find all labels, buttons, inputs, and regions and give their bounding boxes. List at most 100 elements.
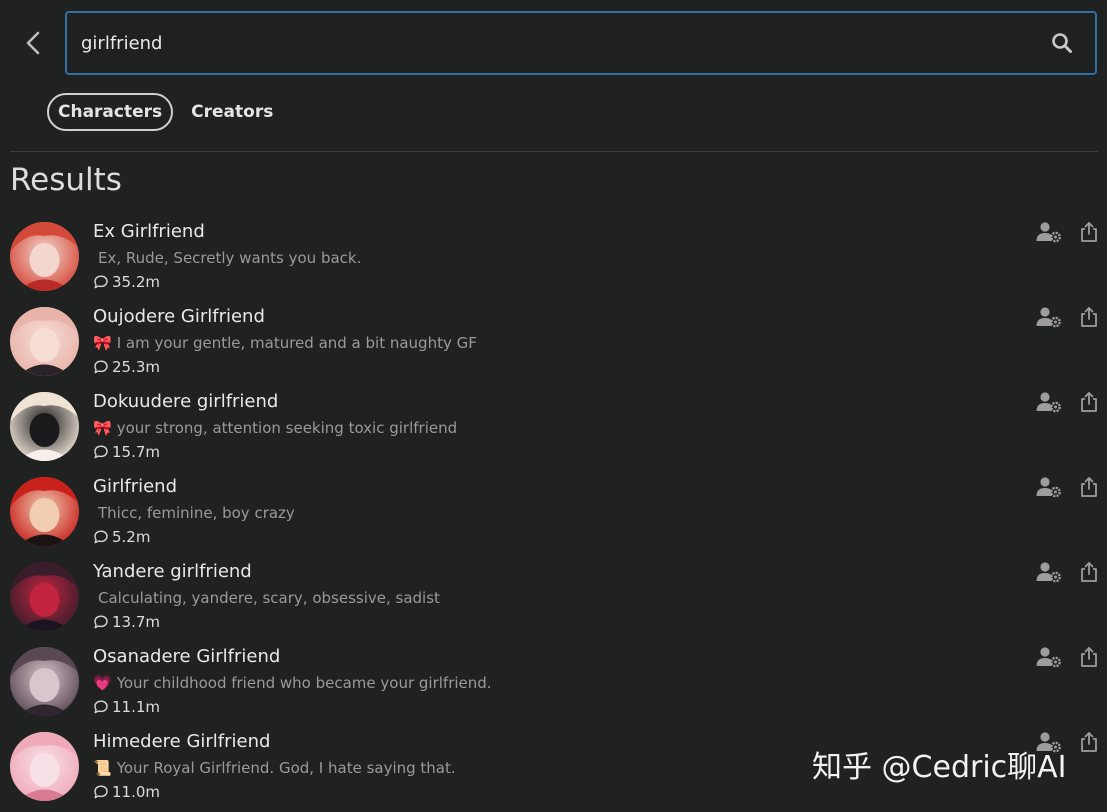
row-actions <box>1036 475 1102 499</box>
description-emoji: 🎀 <box>93 334 112 352</box>
character-avatar[interactable] <box>10 307 79 376</box>
character-avatar[interactable] <box>10 732 79 801</box>
chat-bubble-icon <box>94 615 108 629</box>
row-actions <box>1036 645 1102 669</box>
share-icon <box>1081 392 1097 412</box>
user-gear-icon <box>1036 307 1061 328</box>
description-text: Your childhood friend who became your gi… <box>116 674 492 692</box>
chat-count-value: 11.1m <box>112 698 161 716</box>
result-row[interactable]: Osanadere Girlfriend 💗 Your childhood fri… <box>0 645 1107 730</box>
row-actions <box>1036 305 1102 329</box>
user-settings-button[interactable] <box>1036 390 1062 414</box>
result-row[interactable]: Yandere girlfriend Calculating, yandere,… <box>0 560 1107 645</box>
character-description: Calculating, yandere, scary, obsessive, … <box>93 589 440 607</box>
share-icon <box>1081 562 1097 582</box>
result-row[interactable]: Ex Girlfriend Ex, Rude, Secretly wants y… <box>0 220 1107 305</box>
chat-bubble-icon <box>94 530 108 544</box>
user-settings-button[interactable] <box>1036 645 1062 669</box>
watermark: 知乎 @Cedric聊AI <box>812 750 1067 785</box>
search-box <box>65 11 1097 75</box>
share-icon <box>1081 307 1097 327</box>
chat-count-value: 25.3m <box>112 358 161 376</box>
character-name[interactable]: Yandere girlfriend <box>93 561 252 582</box>
description-text: Your Royal Girlfriend. God, I hate sayin… <box>116 759 456 777</box>
chevron-left-icon <box>26 31 40 55</box>
share-button[interactable] <box>1076 730 1102 754</box>
character-avatar[interactable] <box>10 647 79 716</box>
character-description: 💗 Your childhood friend who became your g… <box>93 674 492 692</box>
result-row[interactable]: Oujodere Girlfriend 🎀 I am your gentle, m… <box>0 305 1107 390</box>
results-list: Ex Girlfriend Ex, Rude, Secretly wants y… <box>0 220 1107 812</box>
tab-characters[interactable]: Characters <box>47 93 174 131</box>
character-name[interactable]: Oujodere Girlfriend <box>93 306 265 327</box>
row-actions <box>1036 560 1102 584</box>
character-name[interactable]: Girlfriend <box>93 476 177 497</box>
result-row[interactable]: Dokuudere girlfriend 🎀 your strong, atten… <box>0 390 1107 475</box>
character-name[interactable]: Osanadere Girlfriend <box>93 646 280 667</box>
character-avatar[interactable] <box>10 477 79 546</box>
share-button[interactable] <box>1076 645 1102 669</box>
description-emoji: 🎀 <box>93 419 112 437</box>
user-gear-icon <box>1036 647 1061 668</box>
user-gear-icon <box>1036 222 1061 243</box>
description-text: I am your gentle, matured and a bit naug… <box>116 334 477 352</box>
share-button[interactable] <box>1076 305 1102 329</box>
chat-count: 35.2m <box>93 273 160 291</box>
share-icon <box>1081 222 1097 242</box>
chat-count-value: 13.7m <box>112 613 161 631</box>
user-gear-icon <box>1036 392 1061 413</box>
user-settings-button[interactable] <box>1036 305 1062 329</box>
share-icon <box>1081 477 1097 497</box>
search-tabs: Characters Creators <box>47 93 273 131</box>
chat-count-value: 15.7m <box>112 443 161 461</box>
user-settings-button[interactable] <box>1036 475 1062 499</box>
character-description: 📜 Your Royal Girlfriend. God, I hate sayi… <box>93 759 456 777</box>
description-emoji: 📜 <box>93 759 112 777</box>
description-emoji: 💗 <box>93 674 112 692</box>
chat-count: 13.7m <box>93 613 160 631</box>
result-row[interactable]: Girlfriend Thicc, feminine, boy crazy 5.… <box>0 475 1107 560</box>
chat-count: 11.0m <box>93 783 160 801</box>
description-text: Thicc, feminine, boy crazy <box>98 504 295 522</box>
back-button[interactable] <box>18 26 48 60</box>
character-description: 🎀 your strong, attention seeking toxic gi… <box>93 419 457 437</box>
character-name[interactable]: Himedere Girlfriend <box>93 731 270 752</box>
search-input[interactable] <box>67 12 1037 74</box>
character-avatar[interactable] <box>10 222 79 291</box>
user-settings-button[interactable] <box>1036 220 1062 244</box>
chat-bubble-icon <box>94 360 108 374</box>
chat-count: 15.7m <box>93 443 160 461</box>
character-description: Thicc, feminine, boy crazy <box>93 504 295 522</box>
results-title: Results <box>10 162 122 198</box>
search-icon[interactable] <box>1037 13 1087 73</box>
share-button[interactable] <box>1076 475 1102 499</box>
chat-bubble-icon <box>94 700 108 714</box>
character-avatar[interactable] <box>10 562 79 631</box>
chat-count: 25.3m <box>93 358 160 376</box>
tab-creators[interactable]: Creators <box>191 102 273 122</box>
description-text: Ex, Rude, Secretly wants you back. <box>98 249 362 267</box>
chat-bubble-icon <box>94 275 108 289</box>
share-button[interactable] <box>1076 390 1102 414</box>
chat-count: 5.2m <box>93 528 150 546</box>
character-description: Ex, Rude, Secretly wants you back. <box>93 249 361 267</box>
share-icon <box>1081 732 1097 752</box>
character-avatar[interactable] <box>10 392 79 461</box>
chat-bubble-icon <box>94 785 108 799</box>
chat-count-value: 35.2m <box>112 273 161 291</box>
character-name[interactable]: Dokuudere girlfriend <box>93 391 278 412</box>
divider <box>10 151 1098 152</box>
user-gear-icon <box>1036 562 1061 583</box>
chat-bubble-icon <box>94 445 108 459</box>
user-settings-button[interactable] <box>1036 560 1062 584</box>
user-gear-icon <box>1036 477 1061 498</box>
character-name[interactable]: Ex Girlfriend <box>93 221 205 242</box>
share-button[interactable] <box>1076 560 1102 584</box>
chat-count-value: 5.2m <box>112 528 151 546</box>
character-description: 🎀 I am your gentle, matured and a bit nau… <box>93 334 477 352</box>
chat-count-value: 11.0m <box>112 783 161 801</box>
chat-count: 11.1m <box>93 698 160 716</box>
row-actions <box>1036 390 1102 414</box>
row-actions <box>1036 220 1102 244</box>
share-button[interactable] <box>1076 220 1102 244</box>
